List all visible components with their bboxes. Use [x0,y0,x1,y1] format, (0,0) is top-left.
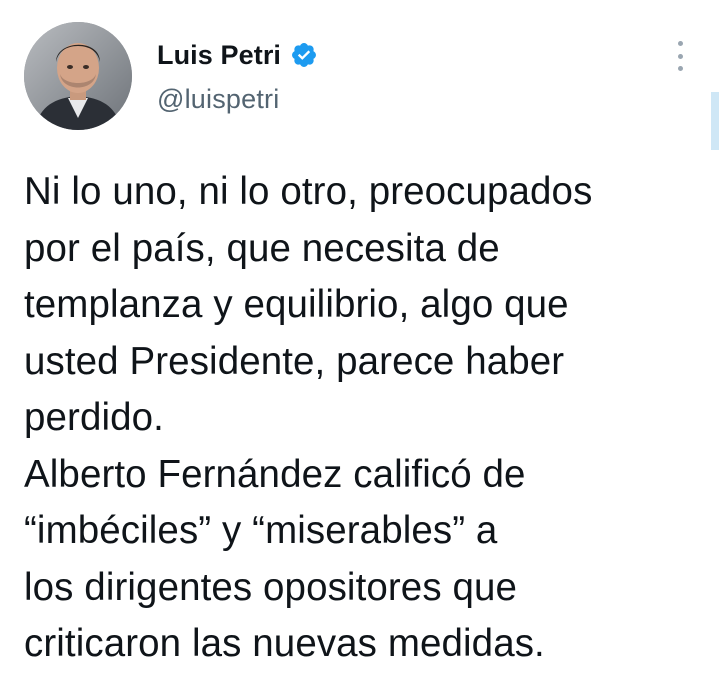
tweet-text-line: “imbéciles” y “miserables” a [24,509,498,552]
more-vertical-icon [677,41,683,46]
verified-badge-icon [290,41,318,69]
tweet-card: Luis Petri @luispetri Ni lo uno, ni lo o… [0,0,719,687]
author-handle[interactable]: @luispetri [157,84,279,115]
tweet-text-line: usted Presidente, parece haber [24,339,565,383]
tweet-text-line: perdido. [24,396,164,439]
tweet-text-line: templanza y equilibrio, algo que [24,283,569,326]
author-name-row: Luis Petri [157,36,318,74]
tweet-text-line: los dirigentes opositores que [24,565,518,609]
tweet-text: Ni lo uno, ni lo otro, preocupados por e… [24,164,714,673]
tweet-text-line: criticaron las nuevas medidas. [24,622,545,665]
author-display-name[interactable]: Luis Petri [157,40,281,71]
more-vertical-icon-dot [677,66,683,71]
author-avatar[interactable] [24,22,132,130]
scrollbar-indicator [711,92,719,150]
more-options-button[interactable] [670,38,690,74]
avatar-image [24,22,132,130]
tweet-text-line: Ni lo uno, ni lo otro, preocupados [24,170,593,213]
tweet-text-line: Alberto Fernández calificó de [24,452,526,496]
tweet-text-line: por el país, que necesita de [24,226,500,270]
more-vertical-icon-dot [677,53,683,59]
